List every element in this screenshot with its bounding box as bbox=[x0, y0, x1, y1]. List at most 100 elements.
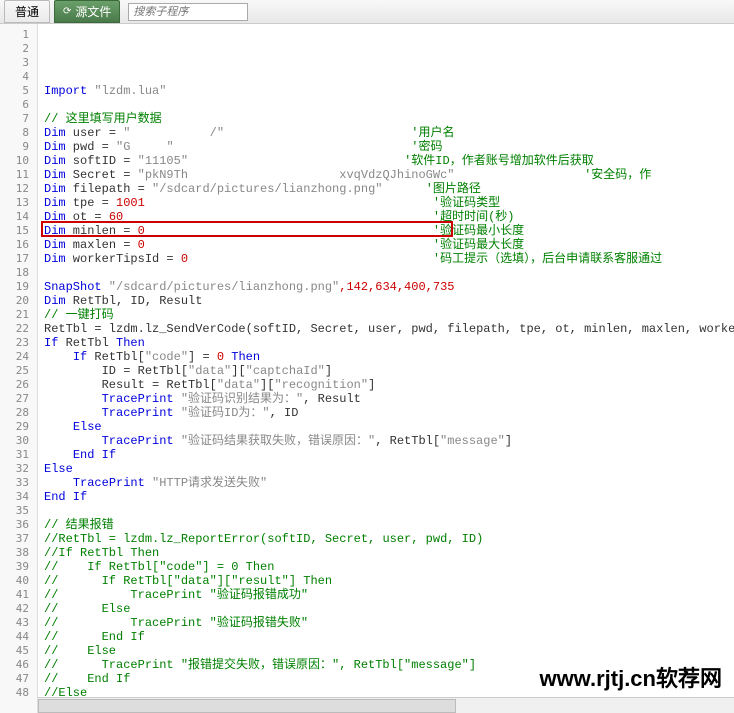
code-line[interactable]: TracePrint "HTTP请求发送失败" bbox=[44, 476, 734, 490]
tab-source[interactable]: ⟳ 源文件 bbox=[54, 0, 120, 23]
line-number: 46 bbox=[0, 658, 37, 672]
scrollbar-thumb[interactable] bbox=[38, 699, 456, 713]
line-number: 37 bbox=[0, 532, 37, 546]
editor-area: 1234567891011121314151617181920212223242… bbox=[0, 24, 734, 713]
code-line[interactable]: // 一键打码 bbox=[44, 308, 734, 322]
code-line[interactable]: Dim RetTbl, ID, Result bbox=[44, 294, 734, 308]
code-line[interactable]: TracePrint "验证码结果获取失败，错误原因：", RetTbl["me… bbox=[44, 434, 734, 448]
line-number: 36 bbox=[0, 518, 37, 532]
line-number: 2 bbox=[0, 42, 37, 56]
line-number: 42 bbox=[0, 602, 37, 616]
code-line[interactable]: //RetTbl = lzdm.lz_ReportError(softID, S… bbox=[44, 532, 734, 546]
toolbar: 普通 ⟳ 源文件 bbox=[0, 0, 734, 24]
line-number: 11 bbox=[0, 168, 37, 182]
line-number: 40 bbox=[0, 574, 37, 588]
line-number: 20 bbox=[0, 294, 37, 308]
line-number: 22 bbox=[0, 322, 37, 336]
code-line[interactable]: // TracePrint "验证码报错成功" bbox=[44, 588, 734, 602]
code-line[interactable]: // 这里填写用户数据 bbox=[44, 112, 734, 126]
horizontal-scrollbar[interactable] bbox=[38, 697, 734, 713]
code-line[interactable]: // If RetTbl["code"] = 0 Then bbox=[44, 560, 734, 574]
line-number: 29 bbox=[0, 420, 37, 434]
line-number: 7 bbox=[0, 112, 37, 126]
line-number: 18 bbox=[0, 266, 37, 280]
line-number: 35 bbox=[0, 504, 37, 518]
code-area[interactable]: Import "lzdm.lua" // 这里填写用户数据Dim user = … bbox=[38, 24, 734, 713]
code-line[interactable]: End If bbox=[44, 490, 734, 504]
code-line[interactable] bbox=[44, 266, 734, 280]
line-number: 48 bbox=[0, 686, 37, 700]
code-line[interactable]: Dim workerTipsId = 0 '码工提示（选填），后台申请联系客服通… bbox=[44, 252, 734, 266]
line-number: 26 bbox=[0, 378, 37, 392]
watermark: www.rjtj.cn软荐网 bbox=[539, 661, 722, 693]
code-line[interactable]: // Else bbox=[44, 602, 734, 616]
code-line[interactable]: Dim maxlen = 0 '验证码最大长度 bbox=[44, 238, 734, 252]
line-number: 3 bbox=[0, 56, 37, 70]
tab-source-label: 源文件 bbox=[75, 3, 111, 20]
line-number: 31 bbox=[0, 448, 37, 462]
line-number: 28 bbox=[0, 406, 37, 420]
line-number: 33 bbox=[0, 476, 37, 490]
search-input[interactable] bbox=[128, 3, 248, 21]
line-number: 21 bbox=[0, 308, 37, 322]
line-number: 12 bbox=[0, 182, 37, 196]
line-number: 44 bbox=[0, 630, 37, 644]
code-line[interactable]: Else bbox=[44, 420, 734, 434]
code-line[interactable]: ID = RetTbl["data"]["captchaId"] bbox=[44, 364, 734, 378]
line-number: 8 bbox=[0, 126, 37, 140]
line-number: 6 bbox=[0, 98, 37, 112]
line-number: 1 bbox=[0, 28, 37, 42]
line-number: 39 bbox=[0, 560, 37, 574]
line-number: 19 bbox=[0, 280, 37, 294]
code-line[interactable]: If RetTbl["code"] = 0 Then bbox=[44, 350, 734, 364]
line-number: 10 bbox=[0, 154, 37, 168]
line-number: 15 bbox=[0, 224, 37, 238]
code-line[interactable]: Dim user = " /" '用户名 bbox=[44, 126, 734, 140]
line-number: 34 bbox=[0, 490, 37, 504]
line-number: 41 bbox=[0, 588, 37, 602]
line-number: 43 bbox=[0, 616, 37, 630]
code-line[interactable]: // End If bbox=[44, 630, 734, 644]
search-box bbox=[128, 3, 730, 21]
line-number: 45 bbox=[0, 644, 37, 658]
line-number: 4 bbox=[0, 70, 37, 84]
line-number: 47 bbox=[0, 672, 37, 686]
code-line[interactable]: Dim filepath = "/sdcard/pictures/lianzho… bbox=[44, 182, 734, 196]
line-number: 9 bbox=[0, 140, 37, 154]
code-line[interactable]: // If RetTbl["data"]["result"] Then bbox=[44, 574, 734, 588]
source-icon: ⟳ bbox=[63, 6, 71, 17]
code-line[interactable]: If RetTbl Then bbox=[44, 336, 734, 350]
code-line[interactable]: // Else bbox=[44, 644, 734, 658]
code-line[interactable]: Dim tpe = 1001 '验证码类型 bbox=[44, 196, 734, 210]
code-line[interactable] bbox=[44, 504, 734, 518]
code-line[interactable]: Else bbox=[44, 462, 734, 476]
code-line[interactable]: Dim Secret = "pkN9Th xvqVdzQJhinoGWc" '安… bbox=[44, 168, 734, 182]
code-line[interactable] bbox=[44, 98, 734, 112]
line-number: 32 bbox=[0, 462, 37, 476]
line-number: 27 bbox=[0, 392, 37, 406]
code-line[interactable]: // 结果报错 bbox=[44, 518, 734, 532]
tab-normal[interactable]: 普通 bbox=[4, 0, 50, 23]
line-number: 23 bbox=[0, 336, 37, 350]
code-line[interactable]: Dim minlen = 0 '验证码最小长度 bbox=[44, 224, 734, 238]
code-line[interactable]: End If bbox=[44, 448, 734, 462]
line-number: 13 bbox=[0, 196, 37, 210]
code-line[interactable]: TracePrint "验证码ID为：", ID bbox=[44, 406, 734, 420]
line-number: 16 bbox=[0, 238, 37, 252]
code-line[interactable]: RetTbl = lzdm.lz_SendVerCode(softID, Sec… bbox=[44, 322, 734, 336]
line-number: 38 bbox=[0, 546, 37, 560]
code-line[interactable]: // TracePrint "验证码报错失败" bbox=[44, 616, 734, 630]
line-number: 30 bbox=[0, 434, 37, 448]
code-line[interactable]: Dim pwd = "G " '密码 bbox=[44, 140, 734, 154]
line-number: 24 bbox=[0, 350, 37, 364]
code-line[interactable]: Import "lzdm.lua" bbox=[44, 84, 734, 98]
code-line[interactable]: TracePrint "验证码识别结果为：", Result bbox=[44, 392, 734, 406]
code-line[interactable]: Result = RetTbl["data"]["recognition"] bbox=[44, 378, 734, 392]
code-line[interactable]: Dim softID = "11105" '软件ID，作者账号增加软件后获取 bbox=[44, 154, 734, 168]
code-line[interactable]: //If RetTbl Then bbox=[44, 546, 734, 560]
line-number: 17 bbox=[0, 252, 37, 266]
code-line[interactable]: SnapShot "/sdcard/pictures/lianzhong.png… bbox=[44, 280, 734, 294]
line-number: 5 bbox=[0, 84, 37, 98]
code-line[interactable]: Dim ot = 60 '超时时间(秒) bbox=[44, 210, 734, 224]
line-number: 14 bbox=[0, 210, 37, 224]
